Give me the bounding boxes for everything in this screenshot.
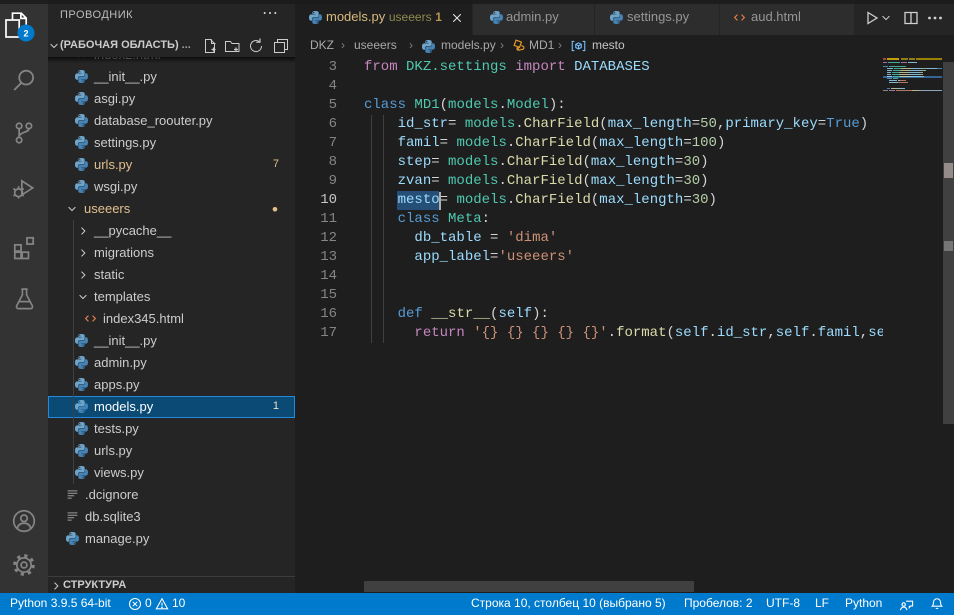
svg-text:2: 2: [23, 29, 28, 39]
